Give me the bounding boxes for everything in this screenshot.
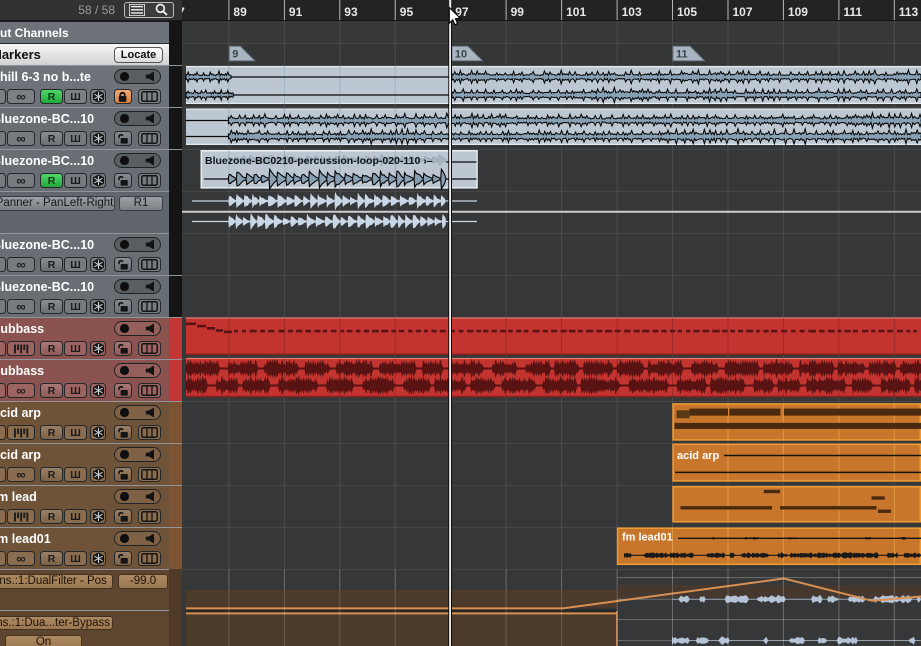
svg-text:89: 89 (233, 5, 247, 19)
svg-text:95: 95 (400, 5, 414, 19)
svg-text:87: 87 (182, 5, 185, 19)
svg-text:101: 101 (566, 5, 586, 19)
svg-text:107: 107 (733, 5, 753, 19)
svg-text:99: 99 (511, 5, 525, 19)
svg-text:113: 113 (899, 5, 919, 19)
svg-text:111: 111 (843, 5, 862, 19)
svg-text:91: 91 (289, 5, 303, 19)
svg-text:9: 9 (232, 49, 238, 61)
svg-text:fm lead01: fm lead01 (622, 532, 673, 544)
svg-text:103: 103 (622, 5, 642, 19)
svg-text:109: 109 (788, 5, 808, 19)
svg-text:11: 11 (676, 49, 688, 61)
svg-text:93: 93 (344, 5, 358, 19)
svg-text:acid arp: acid arp (677, 450, 719, 462)
svg-text:105: 105 (677, 5, 697, 19)
svg-text:Bluezone-BC0210-percussion-loo: Bluezone-BC0210-percussion-loop-020-110 … (205, 155, 433, 167)
svg-text:10: 10 (455, 49, 467, 61)
